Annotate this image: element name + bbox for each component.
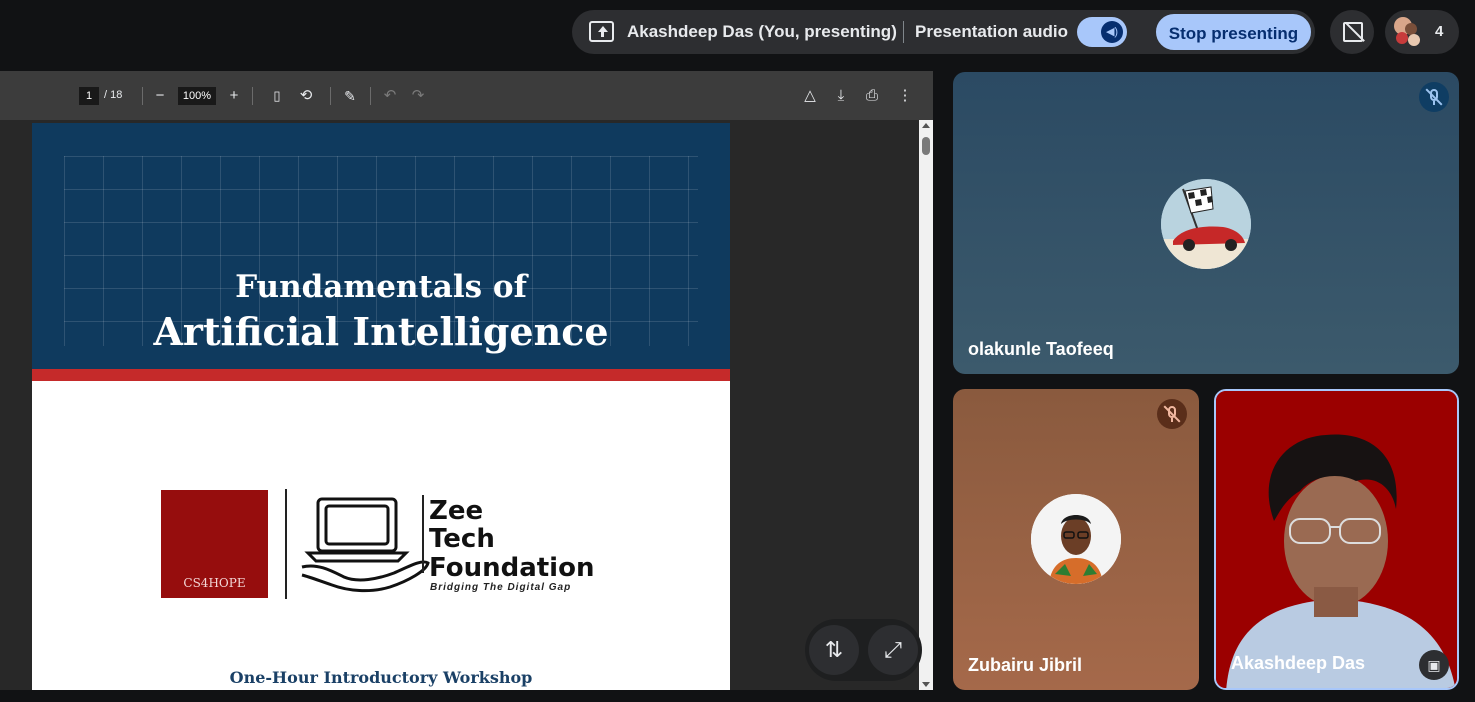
presentation-audio-label: Presentation audio [915, 22, 1069, 41]
slide-accent-strip [32, 369, 730, 381]
annotate-icon[interactable]: ✎ [340, 86, 360, 106]
divider [285, 489, 287, 599]
laptop-hand-logo [301, 497, 430, 593]
zoom-in-button[interactable]: + [224, 86, 244, 106]
page-number-input[interactable]: 1 [79, 87, 99, 105]
floating-controls: ⇅ ⤢ [805, 619, 922, 681]
person-avatar-image [1031, 494, 1121, 584]
avatar [1161, 179, 1251, 269]
scroll-down-icon[interactable] [922, 682, 930, 687]
slide-title-line1: Fundamentals of [235, 269, 527, 305]
participant-name: olakunle Taofeeq [968, 339, 1114, 359]
presenting-status-pill: Akashdeep Das (You, presenting) Presenta… [572, 10, 1315, 54]
divider [370, 87, 371, 105]
slide-banner: Fundamentals of Artificial Intelligence [32, 123, 730, 369]
print-icon[interactable]: ⎙ [862, 86, 882, 106]
picture-in-picture-icon[interactable]: ▣ [1419, 650, 1449, 680]
participant-count: 4 [1435, 23, 1444, 40]
divider [903, 21, 904, 43]
scroll-thumb[interactable] [922, 137, 930, 155]
org-tagline: Bridging The Digital Gap [430, 582, 572, 593]
divider [422, 495, 424, 573]
cs4hope-logo: CS4HOPE [161, 490, 268, 598]
participant-tile-self[interactable]: Akashdeep Das ▣ [1214, 389, 1459, 690]
scrollbar[interactable] [919, 120, 933, 690]
pdf-toolbar: 1 / 18 − 100% + ▯ ⟲ ✎ ↶ ↷ △ ⤓ ⎙ ⋮ [0, 71, 933, 120]
participants-button[interactable]: 4 [1385, 10, 1459, 54]
stop-presenting-button[interactable]: Stop presenting [1154, 12, 1313, 52]
presentation-audio-toggle[interactable]: ◀) [1077, 17, 1127, 47]
muted-mic-icon [1419, 82, 1449, 112]
divider [252, 87, 253, 105]
presenter-label: Akashdeep Das (You, presenting) [627, 22, 897, 41]
participant-tile[interactable]: Zubairu Jibril [953, 389, 1199, 690]
avatar [1031, 494, 1121, 584]
self-video-feed [1216, 391, 1457, 688]
drive-save-icon[interactable]: △ [800, 86, 820, 106]
participant-name: Akashdeep Das [1231, 653, 1366, 673]
divider [142, 87, 143, 105]
presentation-options-button[interactable] [1330, 10, 1374, 54]
more-options-icon[interactable]: ⋮ [895, 86, 915, 106]
pdf-viewer: 1 / 18 − 100% + ▯ ⟲ ✎ ↶ ↷ △ ⤓ ⎙ ⋮ Fundam… [0, 71, 933, 690]
meeting-top-bar: Akashdeep Das (You, presenting) Presenta… [0, 0, 1475, 66]
org-name-line2: Tech [429, 524, 495, 554]
participant-tile[interactable]: olakunle Taofeeq [953, 72, 1459, 374]
stop-sharing-icon [1343, 22, 1363, 42]
pdf-page: Fundamentals of Artificial Intelligence … [32, 123, 730, 690]
workshop-subtitle: One-Hour Introductory Workshop [229, 668, 533, 687]
participant-avatar [1396, 32, 1408, 44]
fullscreen-button[interactable]: ⤢ [868, 625, 918, 675]
muted-mic-icon [1157, 399, 1187, 429]
race-car-avatar-image [1161, 179, 1251, 269]
speaker-icon: ◀) [1101, 21, 1123, 43]
scroll-up-icon[interactable] [922, 123, 930, 128]
org-name-line1: Zee [429, 496, 484, 526]
zoom-out-button[interactable]: − [150, 86, 170, 106]
page-total: / 18 [104, 89, 123, 101]
swap-layout-button[interactable]: ⇅ [809, 625, 859, 675]
zoom-input[interactable]: 100% [178, 87, 216, 105]
redo-icon[interactable]: ↷ [408, 86, 428, 106]
participant-avatar [1408, 34, 1420, 46]
download-icon[interactable]: ⤓ [831, 86, 851, 106]
rotate-icon[interactable]: ⟲ [296, 86, 316, 106]
undo-icon[interactable]: ↶ [380, 86, 400, 106]
fit-page-icon[interactable]: ▯ [267, 86, 287, 106]
present-screen-icon [589, 21, 614, 42]
cs4hope-logo-text: CS4HOPE [183, 576, 246, 590]
participant-name: Zubairu Jibril [968, 655, 1083, 675]
org-name-line3: Foundation [429, 553, 595, 583]
slide-title-line2: Artificial Intelligence [153, 309, 609, 354]
divider [330, 87, 331, 105]
